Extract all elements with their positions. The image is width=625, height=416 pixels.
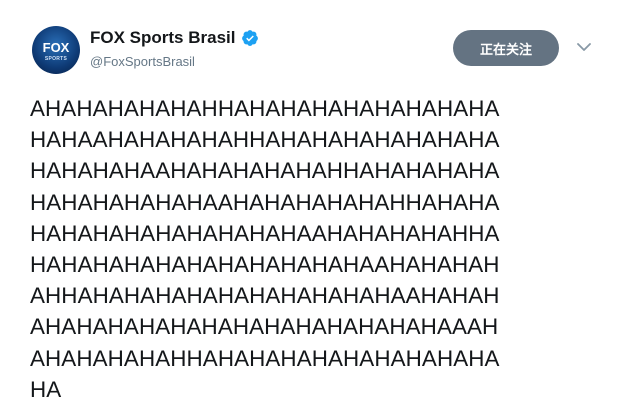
following-button[interactable]: 正在关注 — [453, 30, 559, 66]
chevron-down-icon[interactable] — [577, 42, 591, 52]
tweet-text-line: HAHAHAHAHAHAHAHAHAAHAHAHAHAHHA — [30, 220, 500, 246]
tweet-text-line: HAHAHAHAHAHAAHAHAHAHAHAHHAHAHA — [30, 189, 500, 215]
tweet-card: FOX SPORTS FOX Sports Brasil @FoxSportsB… — [0, 0, 625, 416]
tweet-text-line: HA — [30, 376, 62, 402]
avatar-logo-text: FOX — [42, 39, 70, 55]
avatar-logo-subtext: SPORTS — [44, 56, 68, 62]
tweet-text-line: HAHAAHAHAHAHAHHAHAHAHAHAHAHAHA — [30, 127, 500, 153]
tweet-text-line: AHAHAHAHAHAHHAHAHAHAHAHAHAHAHA — [30, 96, 500, 121]
tweet-text-line: AHHAHAHAHAHAHAHAHAHAHAHAAHAHAH — [30, 283, 500, 309]
tweet-text-line: AHAHAHAHAHAHAHAHAHAHAHAHAHAAAH — [30, 314, 499, 340]
display-name[interactable]: FOX Sports Brasil — [90, 28, 235, 48]
account-info: FOX Sports Brasil @FoxSportsBrasil — [90, 28, 259, 69]
name-row: FOX Sports Brasil — [90, 28, 259, 48]
tweet-text: AHAHAHAHAHAHHAHAHAHAHAHAHAHAHA HAHAAHAHAH… — [30, 93, 600, 405]
account-handle[interactable]: @FoxSportsBrasil — [90, 54, 259, 69]
avatar[interactable]: FOX SPORTS — [32, 26, 80, 74]
tweet-text-line: AHAHAHAHAHHAHAHAHAHAHAHAHAHAHA — [30, 345, 500, 371]
tweet-text-line: HAHAHAHAAHAHAHAHAHAHHAHAHAHAHA — [30, 158, 500, 184]
tweet-text-line: HAHAHAHAHAHAHAHAHAHAHAAHAHAHAH — [30, 252, 500, 278]
verified-badge-icon — [242, 30, 259, 46]
